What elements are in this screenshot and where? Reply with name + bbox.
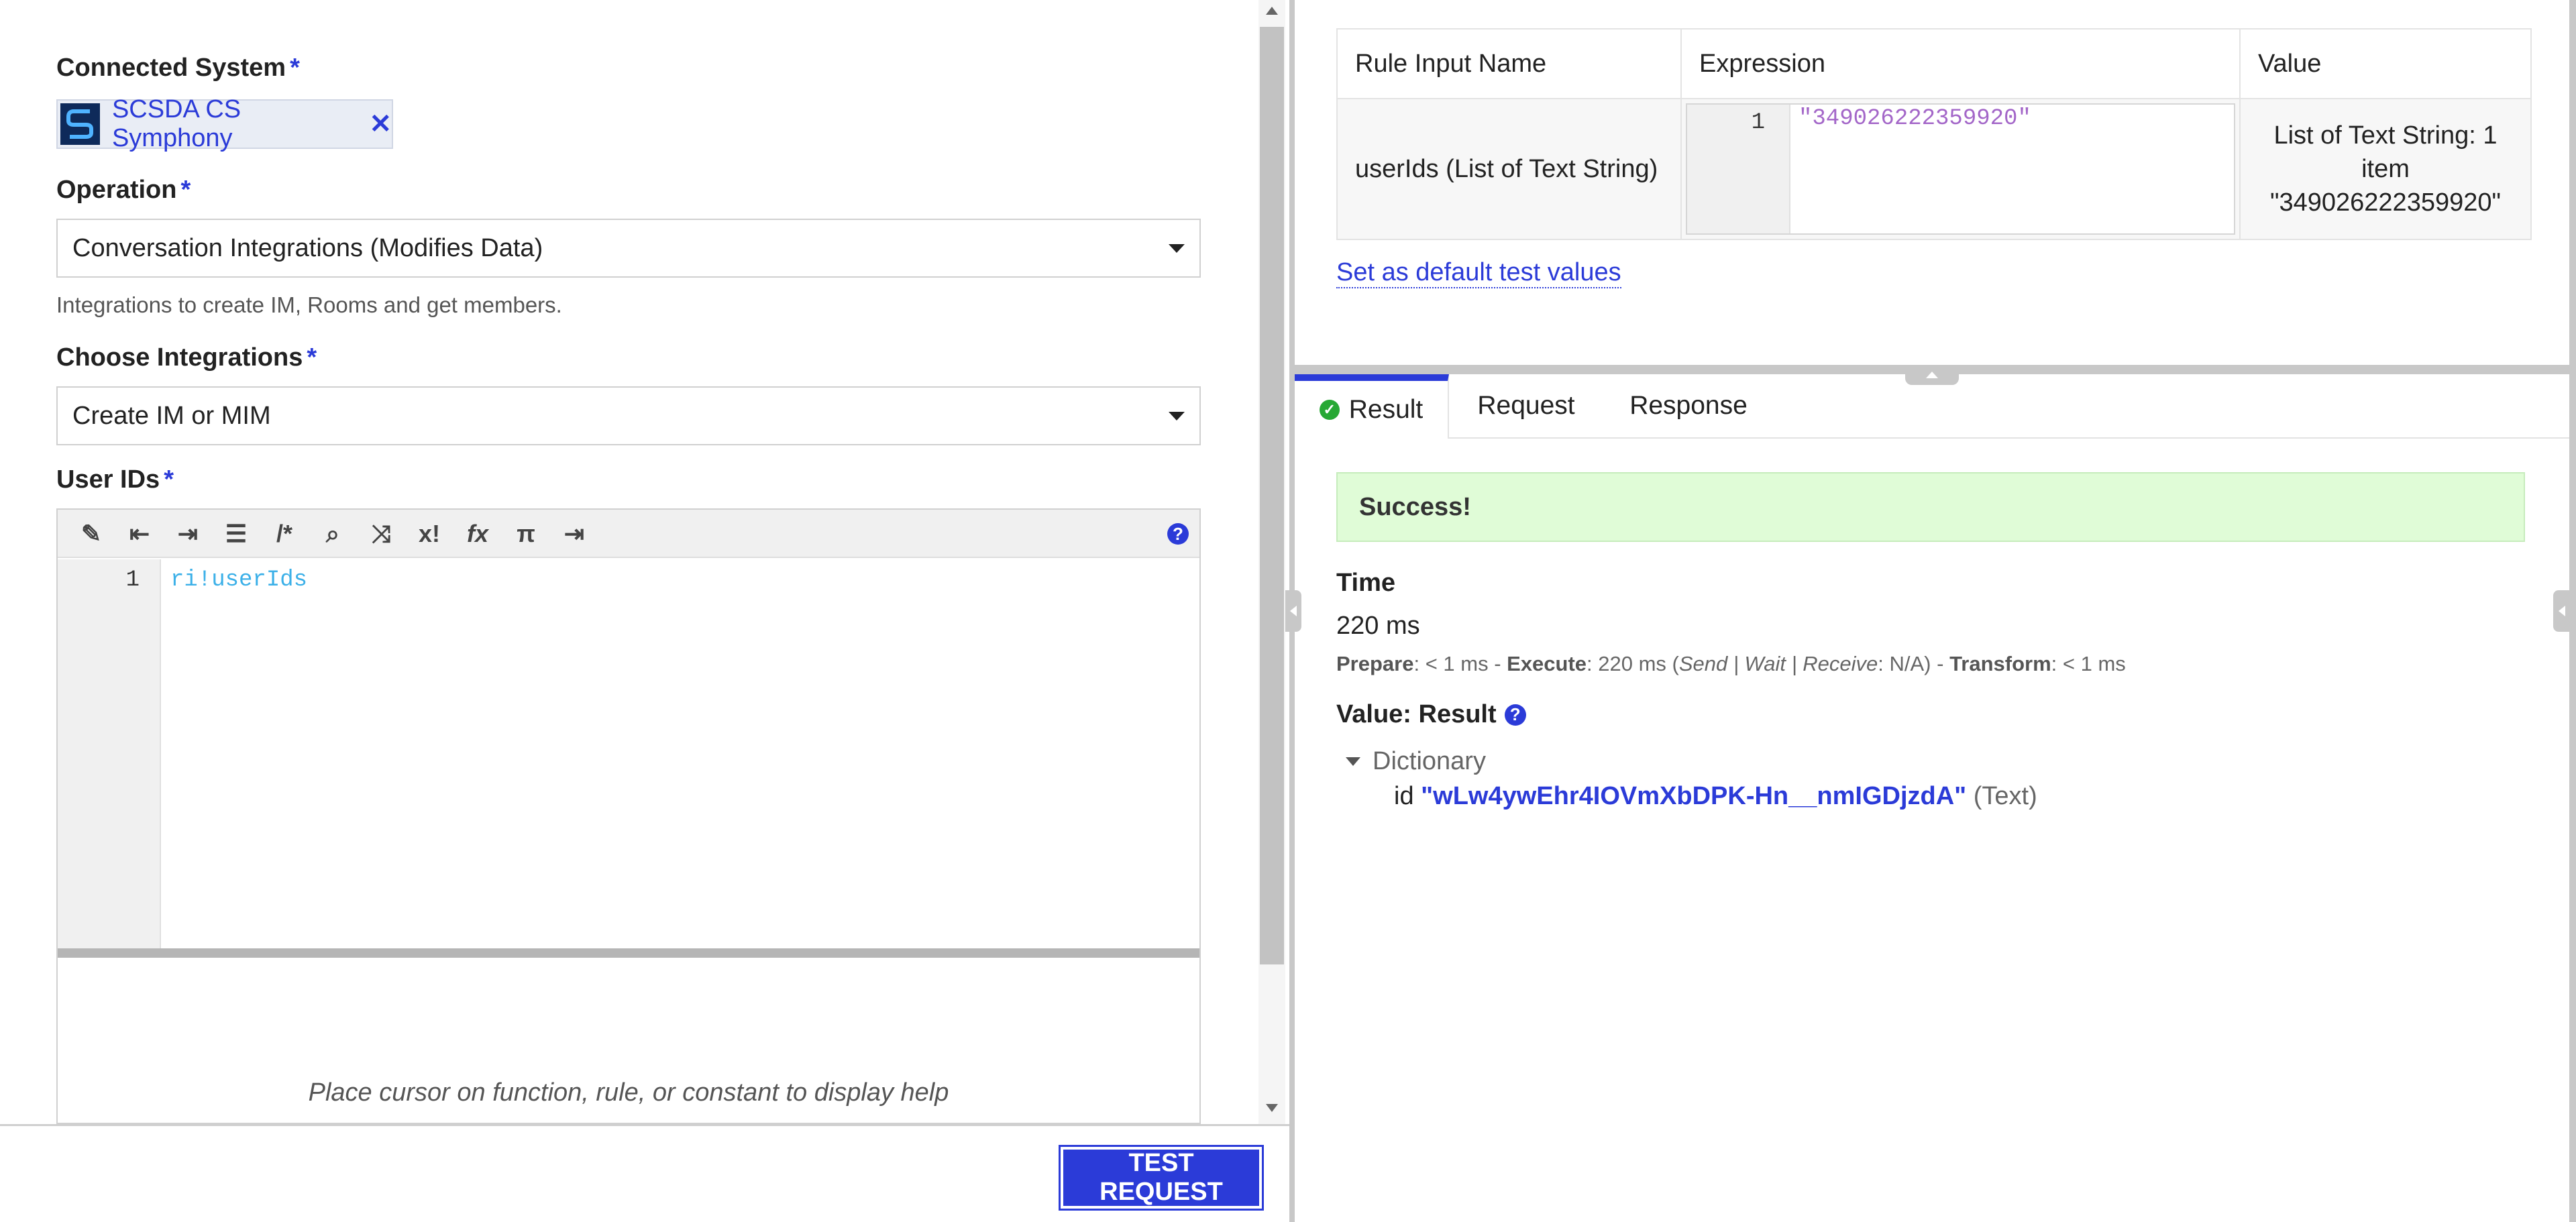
- tab-response[interactable]: Response: [1605, 374, 1772, 437]
- help-icon[interactable]: ?: [1167, 523, 1189, 545]
- value-line-2: "349026222359920": [2270, 188, 2501, 217]
- entry-type: (Text): [1973, 782, 2037, 810]
- magic-wand-icon[interactable]: ✎: [71, 510, 111, 558]
- operation-label: Operation *: [56, 176, 191, 204]
- editor-divider[interactable]: [58, 948, 1199, 958]
- bottom-bar: TEST REQUEST: [0, 1124, 1289, 1222]
- scroll-up-icon[interactable]: [1266, 7, 1278, 15]
- entry-value: "wLw4ywEhr4IOVmXbDPK-Hn__nmIGDjzdA": [1421, 782, 1967, 810]
- editor-code[interactable]: ri!userIds: [170, 567, 307, 593]
- scroll-thumb[interactable]: [1260, 27, 1284, 964]
- value-line-1: List of Text String: 1 item: [2273, 121, 2498, 183]
- col-rule-input-name: Rule Input Name: [1336, 28, 1682, 99]
- fx-icon[interactable]: fx: [458, 510, 498, 558]
- expression-text[interactable]: "349026222359920": [1799, 106, 2031, 131]
- success-banner: Success!: [1336, 472, 2525, 542]
- pi-icon[interactable]: π: [506, 510, 546, 558]
- expression-editor[interactable]: ✎ ⇤ ⇥ ☰ /* ⌕ ⤨ x! fx π ⇥ ? 1 ri!userIds …: [56, 508, 1201, 1124]
- result-panel: ✓ Result Request Response Success! Time …: [1295, 374, 2569, 1222]
- choose-integrations-value: Create IM or MIM: [72, 401, 271, 430]
- connected-system-label: Connected System *: [56, 54, 300, 82]
- test-request-button[interactable]: TEST REQUEST: [1059, 1145, 1264, 1211]
- tab-request[interactable]: Request: [1448, 374, 1605, 437]
- chevron-down-icon: [1169, 412, 1185, 421]
- tab-result[interactable]: ✓ Result: [1295, 374, 1449, 439]
- exit-icon[interactable]: ⇥: [554, 510, 594, 558]
- outdent-icon[interactable]: ⇤: [119, 510, 160, 558]
- shuffle-icon[interactable]: ⤨: [361, 510, 401, 558]
- comment-icon[interactable]: /*: [264, 510, 305, 558]
- remove-icon[interactable]: ✕: [369, 109, 392, 140]
- value-result-label: Value: Result ?: [1336, 700, 1526, 729]
- rule-inputs-table: Rule Input Name Expression Value userIds…: [1336, 28, 2532, 240]
- timing-breakdown: Prepare: < 1 ms - Execute: 220 ms (Send …: [1336, 652, 2126, 675]
- user-ids-label: User IDs *: [56, 465, 174, 494]
- connected-system-value: SCSDA CS Symphony: [111, 95, 241, 152]
- dictionary-node[interactable]: Dictionary: [1346, 747, 1486, 776]
- symphony-logo-icon: [60, 103, 100, 145]
- line-number: 1: [125, 567, 140, 593]
- check-circle-icon: ✓: [1319, 400, 1340, 420]
- choose-integrations-label: Choose Integrations *: [56, 343, 317, 372]
- set-default-test-values-link[interactable]: Set as default test values: [1336, 258, 1621, 288]
- rule-inputs-panel: Rule Input Name Expression Value userIds…: [1295, 0, 2576, 365]
- rule-input-name-cell: userIds (List of Text String): [1336, 98, 1682, 240]
- left-panel: Connected System * SCSDA CS Symphony ✕ Op…: [0, 0, 1285, 1124]
- entry-key: id: [1394, 782, 1414, 810]
- chevron-down-icon: [1169, 244, 1185, 253]
- operation-select[interactable]: Conversation Integrations (Modifies Data…: [56, 219, 1201, 278]
- line-number: 1: [1751, 110, 1765, 135]
- col-expression: Expression: [1680, 28, 2241, 99]
- indent-icon[interactable]: ⇥: [168, 510, 208, 558]
- connected-system-pill[interactable]: SCSDA CS Symphony ✕: [56, 95, 393, 152]
- editor-gutter: 1: [58, 559, 161, 948]
- expression-cell[interactable]: 1 "349026222359920": [1680, 98, 2241, 240]
- editor-toolbar: ✎ ⇤ ⇥ ☰ /* ⌕ ⤨ x! fx π ⇥ ?: [58, 510, 1199, 558]
- col-value: Value: [2239, 28, 2532, 99]
- operation-value: Conversation Integrations (Modifies Data…: [72, 233, 543, 262]
- caret-down-icon[interactable]: [1346, 757, 1360, 766]
- list-icon[interactable]: ☰: [216, 510, 256, 558]
- help-icon[interactable]: ?: [1504, 704, 1526, 726]
- operation-hint: Integrations to create IM, Rooms and get…: [56, 292, 562, 317]
- left-scrollbar[interactable]: [1258, 0, 1285, 1124]
- time-label: Time: [1336, 569, 1396, 597]
- time-value: 220 ms: [1336, 612, 1420, 640]
- value-cell: List of Text String: 1 item "34902622235…: [2239, 98, 2532, 240]
- scroll-down-icon[interactable]: [1266, 1104, 1278, 1112]
- search-icon[interactable]: ⌕: [313, 510, 353, 558]
- expression-editor-small[interactable]: 1 "349026222359920": [1686, 103, 2235, 235]
- expression-gutter: 1: [1687, 105, 1790, 233]
- success-text: Success!: [1359, 492, 1471, 521]
- editor-help-text: Place cursor on function, rule, or const…: [308, 1078, 949, 1107]
- choose-integrations-select[interactable]: Create IM or MIM: [56, 386, 1201, 445]
- xbang-icon[interactable]: x!: [409, 510, 449, 558]
- dictionary-entry: id "wLw4ywEhr4IOVmXbDPK-Hn__nmIGDjzdA" (…: [1394, 782, 2037, 811]
- result-tabs: ✓ Result Request Response: [1295, 374, 2569, 439]
